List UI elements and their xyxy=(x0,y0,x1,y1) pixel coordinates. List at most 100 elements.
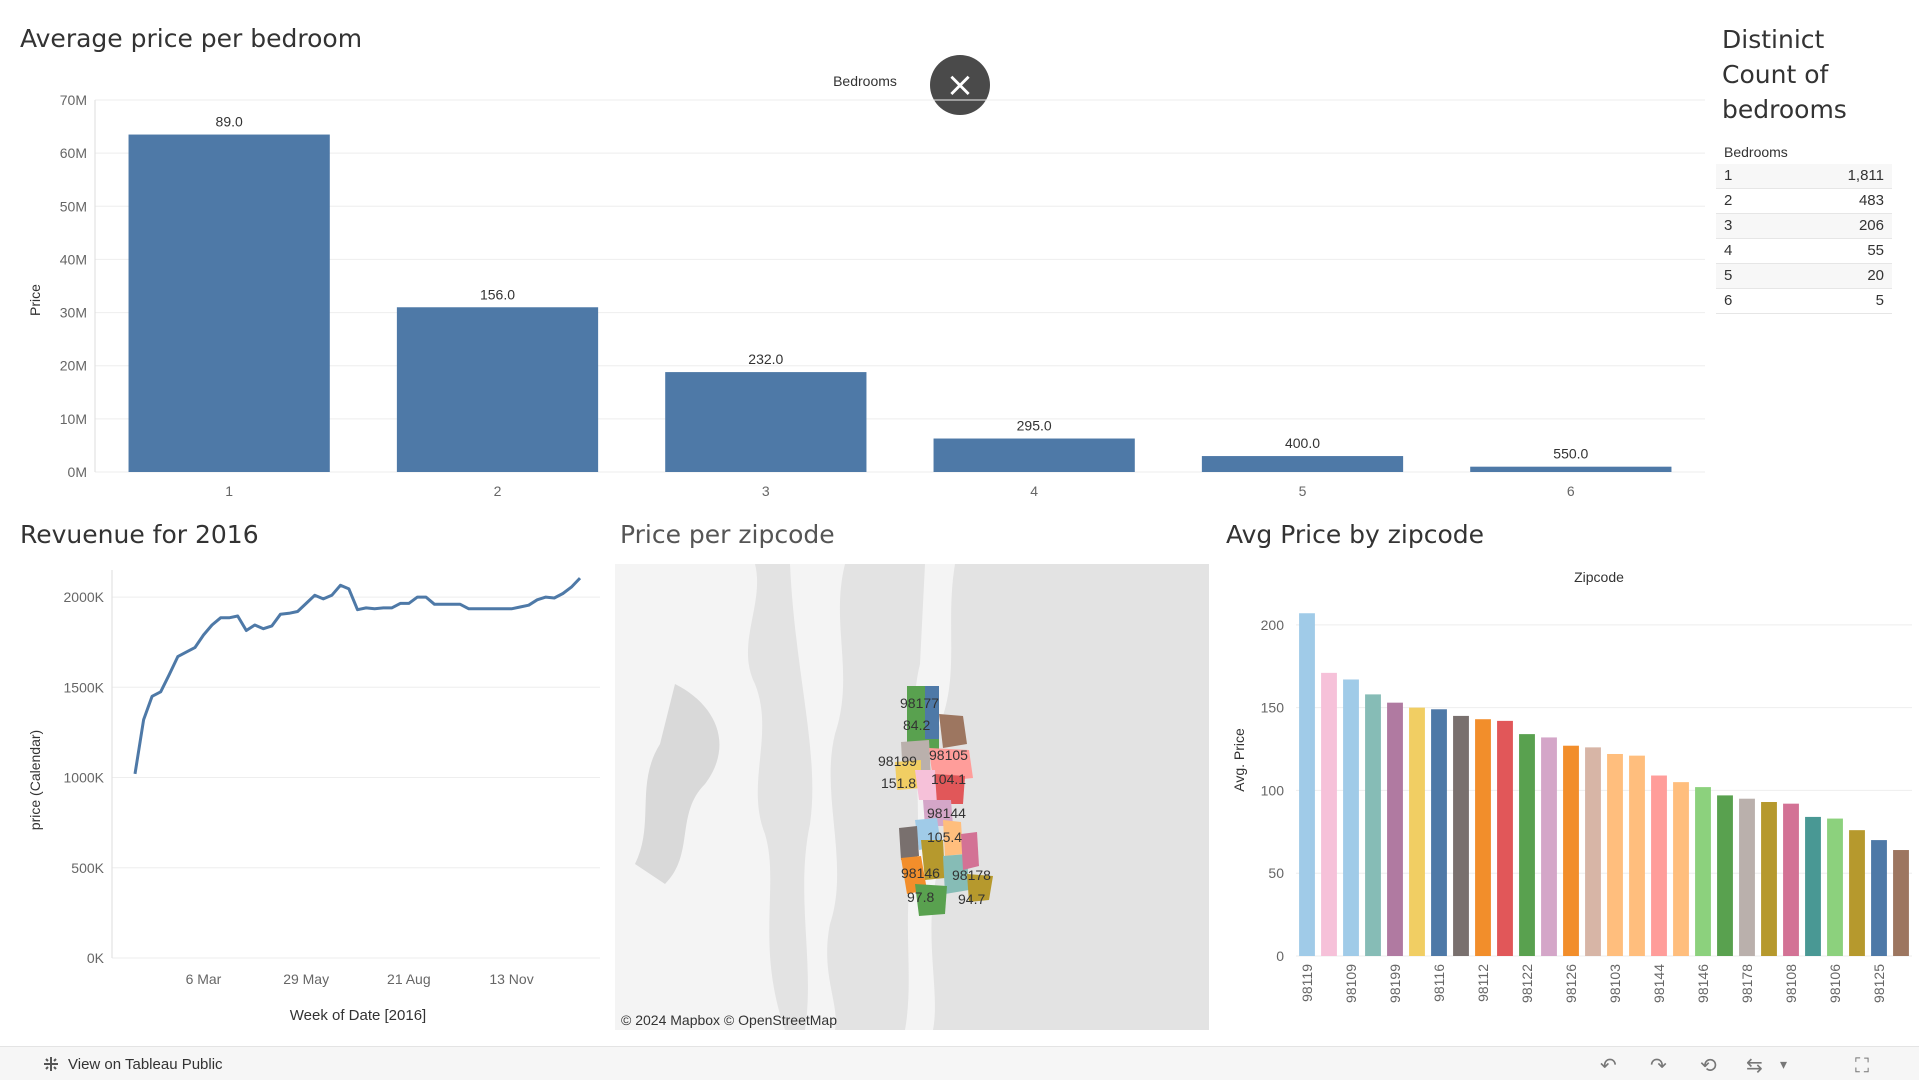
bar xyxy=(1470,466,1672,472)
x-tick-label: 13 Nov xyxy=(489,971,533,987)
count-table-title: Distinict Count of bedrooms xyxy=(1722,25,1847,124)
y-tick-label: 0K xyxy=(87,950,105,966)
revert-icon[interactable]: ⟲ xyxy=(1700,1053,1717,1077)
tableau-logo-icon xyxy=(44,1057,58,1071)
table-row[interactable]: 5 20 xyxy=(1716,264,1892,289)
bar xyxy=(1299,613,1315,956)
row-count: 20 xyxy=(1867,267,1884,284)
map-label: 151.8 xyxy=(881,775,916,791)
y-tick-label: 2000K xyxy=(64,589,105,605)
map-label: 105.4 xyxy=(927,829,962,845)
bar xyxy=(1563,745,1579,956)
bar xyxy=(1343,679,1359,956)
map-label: 104.1 xyxy=(931,771,966,787)
table-row[interactable]: 1 1,811 xyxy=(1716,164,1892,189)
x-tick-label: 5 xyxy=(1299,483,1307,499)
undo-icon[interactable]: ↶ xyxy=(1600,1053,1617,1077)
table-row[interactable]: 65 xyxy=(1716,289,1892,314)
bar xyxy=(1409,707,1425,956)
bar xyxy=(1673,782,1689,956)
x-tick-label: 6 Mar xyxy=(186,971,222,987)
bar xyxy=(933,438,1135,472)
bar xyxy=(665,372,867,472)
revenue-line-chart: price (Calendar) Week of Date [2016] 0K 5… xyxy=(27,570,600,1024)
revenue-ylabel: price (Calendar) xyxy=(27,730,43,830)
footer-toolbar: View on Tableau Public ↶ ↷ ⟲ ⇆ ▾ ⛶ xyxy=(0,1046,1919,1080)
map-attribution: © 2024 Mapbox © OpenStreetMap xyxy=(621,1012,837,1028)
bar xyxy=(1201,456,1404,472)
bedroom-ylabel: Price xyxy=(27,284,43,316)
table-row[interactable]: 2 483 xyxy=(1716,189,1892,214)
x-tick-label: 98119 xyxy=(1299,964,1315,1002)
row-bedrooms: 6 xyxy=(1724,292,1733,309)
x-tick-label: 98125 xyxy=(1871,964,1887,1003)
bar xyxy=(1871,840,1887,956)
table-row[interactable]: 3 206 xyxy=(1716,214,1892,239)
y-tick-label: 50 xyxy=(1268,865,1284,881)
bar xyxy=(1607,753,1623,956)
bar xyxy=(128,134,330,472)
data-label: 89.0 xyxy=(216,114,243,130)
y-tick-label: 200 xyxy=(1261,617,1285,633)
row-bedrooms: 1 xyxy=(1724,167,1733,184)
bar xyxy=(1827,818,1843,956)
bar xyxy=(1585,747,1601,956)
y-tick-label: 50M xyxy=(60,198,87,214)
zipcode-map[interactable]: 98177 84.2 98199 151.8 98105 104.1 98144… xyxy=(615,564,1209,1030)
x-tick-label: 98103 xyxy=(1607,964,1623,1003)
bar xyxy=(1365,694,1381,956)
y-tick-label: 30M xyxy=(60,305,87,321)
y-tick-label: 10M xyxy=(60,411,87,427)
bedroom-count-table: Bedrooms 1 1,811 2 483 3 206 4 55 5 20 65 xyxy=(1716,142,1892,314)
bar xyxy=(1541,737,1557,956)
y-tick-label: 500K xyxy=(71,860,104,876)
y-tick-label: 60M xyxy=(60,145,87,161)
bar xyxy=(1695,787,1711,956)
revenue-xlabel: Week of Date [2016] xyxy=(290,1007,426,1024)
x-tick-label: 98116 xyxy=(1431,964,1447,1002)
bar xyxy=(396,307,599,472)
x-tick-label: 98108 xyxy=(1783,964,1799,1003)
x-tick-label: 2 xyxy=(494,483,502,499)
bar xyxy=(1651,775,1667,956)
zip-ylabel: Avg. Price xyxy=(1231,728,1247,792)
data-label: 232.0 xyxy=(748,351,783,367)
map-label: 98178 xyxy=(952,867,991,883)
x-tick-label: 29 May xyxy=(283,971,329,987)
x-tick-label: 1 xyxy=(225,483,233,499)
map-label: 84.2 xyxy=(903,717,930,733)
row-count: 483 xyxy=(1858,192,1884,209)
fullscreen-icon[interactable]: ⛶ xyxy=(1855,1053,1869,1077)
x-tick-label: 98178 xyxy=(1739,964,1755,1003)
data-label: 156.0 xyxy=(480,286,515,302)
bar xyxy=(1387,702,1403,956)
bedroom-chart-title: Average price per bedroom xyxy=(20,24,363,53)
y-tick-label: 40M xyxy=(60,251,87,267)
bar xyxy=(1321,672,1337,956)
dropdown-icon[interactable]: ▾ xyxy=(1780,1057,1787,1073)
y-tick-label: 100 xyxy=(1261,782,1285,798)
bar xyxy=(1717,795,1733,956)
view-on-tableau-link[interactable]: View on Tableau Public xyxy=(42,1055,223,1073)
x-tick-label: 21 Aug xyxy=(387,971,431,987)
bar xyxy=(1519,734,1535,956)
x-tick-label: 98112 xyxy=(1475,964,1491,1002)
bar xyxy=(1497,720,1513,956)
y-tick-label: 1000K xyxy=(64,770,105,786)
x-tick-label: 6 xyxy=(1567,483,1575,499)
bar xyxy=(1783,803,1799,956)
share-icon[interactable]: ⇆ xyxy=(1746,1053,1763,1077)
count-table-header: Bedrooms xyxy=(1724,144,1788,160)
redo-icon[interactable]: ↷ xyxy=(1650,1053,1667,1077)
y-tick-label: 1500K xyxy=(64,679,105,695)
x-tick-label: 98109 xyxy=(1343,964,1359,1003)
row-count: 5 xyxy=(1875,292,1884,309)
map-label: 98105 xyxy=(929,747,968,763)
table-row[interactable]: 4 55 xyxy=(1716,239,1892,264)
row-count: 55 xyxy=(1867,242,1884,259)
data-label: 550.0 xyxy=(1553,446,1588,462)
map-canvas: 98177 84.2 98199 151.8 98105 104.1 98144… xyxy=(615,564,993,1030)
data-label: 400.0 xyxy=(1285,435,1320,451)
x-tick-label: 98122 xyxy=(1519,964,1535,1003)
row-count: 1,811 xyxy=(1847,167,1884,184)
